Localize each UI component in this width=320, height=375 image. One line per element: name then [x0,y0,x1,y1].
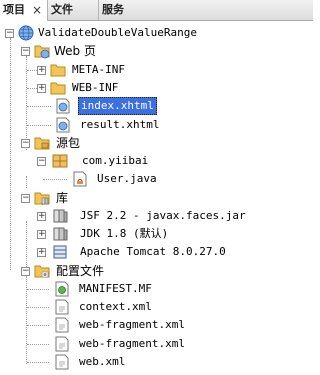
meta-inf-label: META-INF [72,63,125,76]
config-files-label: 配置文件 [56,264,105,278]
tab-projects[interactable]: 项目 × [0,0,48,21]
folder-icon [50,64,66,77]
xml-file-icon [55,336,69,352]
web-pages-label: Web 页 [54,44,96,58]
expand-toggle[interactable]: + [37,84,46,93]
server-icon [53,245,67,259]
expand-toggle[interactable]: + [37,230,46,239]
jdk-icon [53,227,68,241]
config-folder-icon [34,265,50,278]
index-xhtml-label: index.xhtml [78,97,157,115]
tree-row-web-fragment-1[interactable]: web-fragment.xml [0,316,313,334]
package-label: com.yiibai [82,154,149,167]
collapse-toggle[interactable]: − [5,29,14,38]
web-fragment-label: web-fragment.xml [79,337,185,350]
tree-row-web-inf[interactable]: + WEB-INF [0,79,313,97]
tree-row-source-packages[interactable]: − 源包 [0,134,313,152]
library-folder-icon [34,192,50,205]
tab-files-label: 文件 [51,3,73,16]
web-xml-label: web.xml [79,355,126,368]
tree-row-web-fragment-2[interactable]: web-fragment.xml [0,335,313,353]
web-fragment-label: web-fragment.xml [79,318,185,331]
libraries-label: 库 [56,191,69,205]
manifest-label: MANIFEST.MF [79,282,152,295]
web-inf-label: WEB-INF [72,81,119,94]
tab-bar: 项目 × 文件 服务 [0,0,313,21]
xml-file-icon [55,299,69,315]
lib-tomcat-label: Apache Tomcat 8.0.27.0 [80,245,226,258]
tree-row-index-xhtml[interactable]: index.xhtml [0,97,313,115]
collapse-toggle[interactable]: − [37,157,46,166]
tab-services-label: 服务 [102,3,124,16]
tab-files[interactable]: 文件 [48,0,99,20]
collapse-toggle[interactable]: − [21,139,30,148]
lib-jdk-label: JDK 1.8 (默认) [80,227,169,240]
xhtml-file-icon [56,98,70,114]
tree-row-package[interactable]: − com.yiibai [0,152,313,170]
source-packages-label: 源包 [56,136,81,150]
tree-row-context-xml[interactable]: context.xml [0,298,313,316]
tab-services[interactable]: 服务 [99,0,313,20]
web-folder-icon [34,45,50,59]
tree-row-meta-inf[interactable]: + META-INF [0,61,313,79]
collapse-toggle[interactable]: − [21,267,30,276]
tree-row-project[interactable]: − ValidateDoubleValueRange [0,24,313,42]
lib-jsf-label: JSF 2.2 - javax.faces.jar [80,209,246,222]
tab-projects-label: 项目 [3,3,25,16]
user-java-label: User.java [97,172,157,185]
collapse-toggle[interactable]: − [21,47,30,56]
manifest-file-icon [55,281,69,297]
xhtml-file-icon [56,117,70,133]
tree-row-user-java[interactable]: User.java [0,170,313,188]
jar-icon [53,209,68,223]
tree-row-lib-tomcat[interactable]: + Apache Tomcat 8.0.27.0 [0,243,313,261]
tree-row-config-files[interactable]: − 配置文件 [0,262,313,280]
tree-row-web-pages[interactable]: − Web 页 [0,42,313,60]
project-name: ValidateDoubleValueRange [38,26,197,39]
globe-icon [18,25,34,41]
tree-row-manifest[interactable]: MANIFEST.MF [0,280,313,298]
context-xml-label: context.xml [79,300,152,313]
tree-row-web-xml[interactable]: web.xml [0,353,313,371]
package-icon [52,154,68,168]
tree-row-lib-jdk[interactable]: + JDK 1.8 (默认) [0,225,313,243]
expand-toggle[interactable]: + [37,212,46,221]
tree-row-libraries[interactable]: − 库 [0,189,313,207]
folder-icon [50,82,66,95]
expand-toggle[interactable]: + [37,66,46,75]
close-icon[interactable]: × [32,0,42,20]
tree-row-result-xhtml[interactable]: result.xhtml [0,116,313,134]
tree-row-lib-jsf[interactable]: + JSF 2.2 - javax.faces.jar [0,207,313,225]
source-folder-icon [34,137,50,150]
xml-file-icon [55,354,69,370]
collapse-toggle[interactable]: − [21,194,30,203]
xml-file-icon [55,317,69,333]
expand-toggle[interactable]: + [37,248,46,257]
java-file-icon [73,171,87,187]
result-xhtml-label: result.xhtml [80,118,160,131]
